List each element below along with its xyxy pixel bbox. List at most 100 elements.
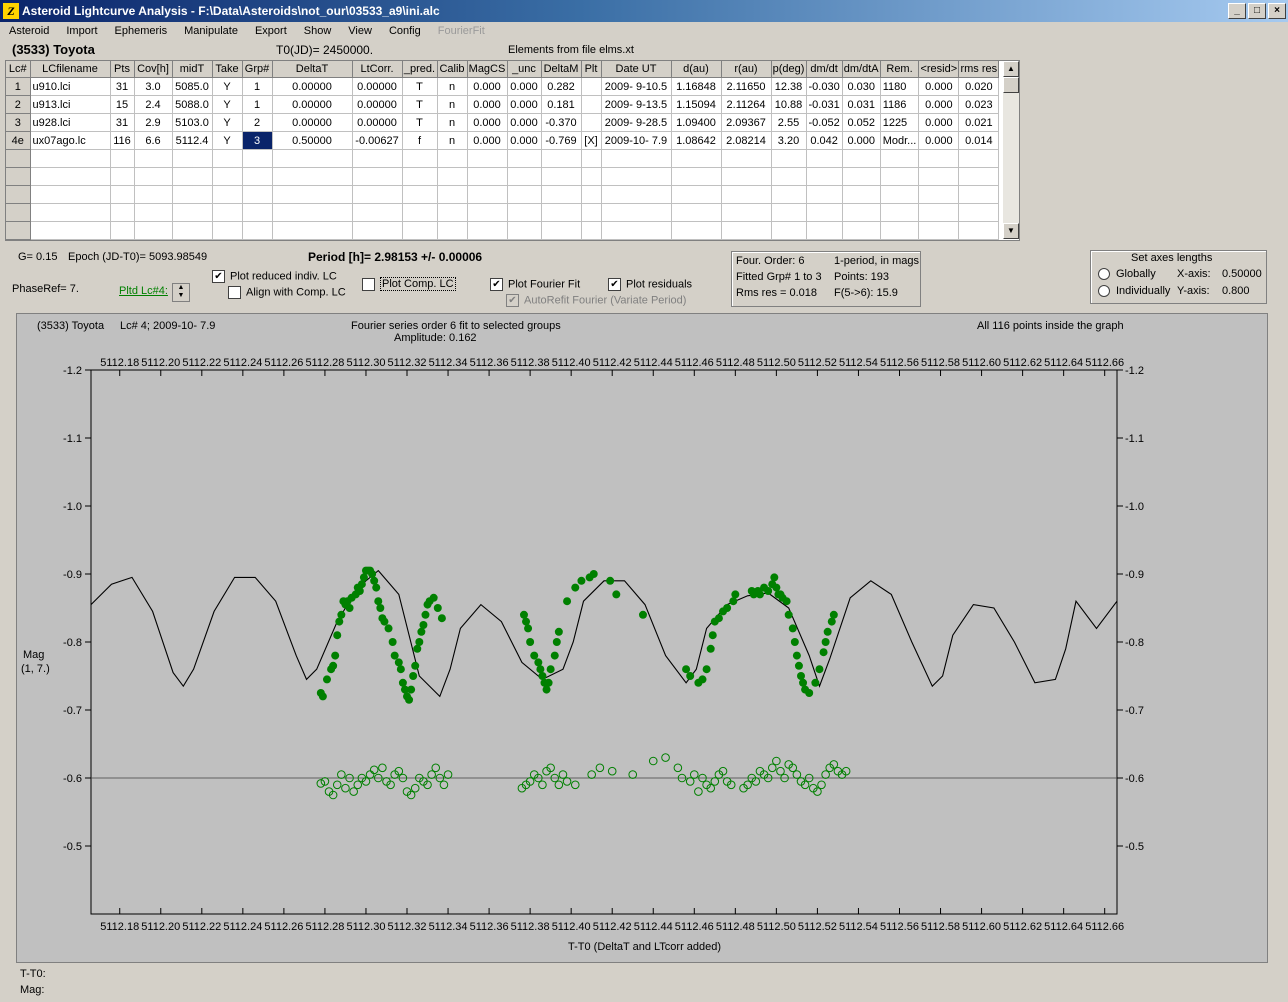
table-row[interactable] — [6, 203, 1000, 222]
menu-config[interactable]: Config — [380, 23, 429, 41]
table-cell[interactable] — [880, 167, 920, 186]
table-cell[interactable]: 2.11264 — [721, 95, 772, 114]
table-cell[interactable]: ux07ago.lc — [30, 131, 111, 150]
column-header[interactable]: Plt — [581, 61, 602, 78]
table-cell[interactable]: 0.052 — [842, 113, 881, 132]
table-cell[interactable]: 0.00000 — [352, 113, 403, 132]
table-cell[interactable]: 1180 — [880, 77, 920, 96]
table-cell[interactable]: 0.000 — [918, 77, 960, 96]
table-cell[interactable] — [272, 185, 353, 204]
menu-export[interactable]: Export — [246, 23, 295, 41]
table-cell[interactable]: 0.000 — [507, 131, 542, 150]
table-cell[interactable] — [172, 149, 213, 168]
plot-comp-checkbox[interactable]: Plot Comp. LC — [362, 277, 456, 292]
table-cell[interactable] — [507, 203, 542, 222]
table-cell[interactable]: 6.6 — [134, 131, 173, 150]
plot-fourier-checkbox[interactable]: ✔ Plot Fourier Fit — [490, 278, 580, 291]
table-cell[interactable]: 0.181 — [541, 95, 582, 114]
table-cell[interactable] — [842, 203, 881, 222]
table-row[interactable]: 1 u910.lci 31 3.0 5085.0 Y 1 0.00000 0.00000 Tn 0.… — [6, 77, 1000, 96]
table-cell[interactable] — [581, 77, 602, 96]
table-cell[interactable] — [134, 167, 173, 186]
table-cell[interactable] — [402, 185, 438, 204]
close-button[interactable]: × — [1268, 3, 1286, 19]
table-cell[interactable]: 5112.4 — [172, 131, 213, 150]
table-cell[interactable] — [541, 167, 582, 186]
table-cell[interactable]: 2.11650 — [721, 77, 772, 96]
column-header[interactable]: d(au) — [671, 61, 722, 78]
menu-manipulate[interactable]: Manipulate — [175, 23, 246, 41]
menu-view[interactable]: View — [339, 23, 380, 41]
table-cell[interactable] — [721, 221, 772, 240]
table-cell[interactable] — [918, 167, 960, 186]
table-scrollbar[interactable]: ▲ ▼ — [1003, 61, 1019, 239]
minimize-button[interactable]: _ — [1228, 3, 1246, 19]
table-cell[interactable] — [581, 149, 602, 168]
table-cell[interactable]: 1 — [6, 77, 31, 96]
table-cell[interactable]: u910.lci — [30, 77, 111, 96]
pltd-lc-link[interactable]: Pltd Lc#4: — [119, 285, 168, 297]
table-cell[interactable] — [958, 149, 1000, 168]
table-cell[interactable]: 5103.0 — [172, 113, 213, 132]
table-cell[interactable]: u928.lci — [30, 113, 111, 132]
table-cell[interactable] — [110, 221, 135, 240]
table-cell[interactable] — [30, 149, 111, 168]
table-cell[interactable]: 0.000 — [918, 95, 960, 114]
table-cell[interactable]: 0.021 — [958, 113, 1000, 132]
table-cell[interactable] — [880, 221, 920, 240]
table-cell[interactable] — [242, 221, 273, 240]
table-cell[interactable] — [212, 149, 243, 168]
table-cell[interactable] — [272, 203, 353, 222]
column-header[interactable]: p(deg) — [771, 61, 807, 78]
table-cell[interactable] — [880, 185, 920, 204]
table-cell[interactable] — [541, 203, 582, 222]
table-cell[interactable]: 2.09367 — [721, 113, 772, 132]
table-cell[interactable]: 4e — [6, 131, 31, 150]
table-cell[interactable]: 0.030 — [842, 77, 881, 96]
column-header[interactable]: Take — [212, 61, 243, 78]
table-cell[interactable] — [30, 167, 111, 186]
table-cell[interactable] — [721, 203, 772, 222]
table-cell[interactable]: 5085.0 — [172, 77, 213, 96]
table-cell[interactable]: 1186 — [880, 95, 920, 114]
table-cell[interactable] — [6, 203, 31, 222]
column-header[interactable]: LCfilename — [30, 61, 111, 78]
table-cell[interactable]: 10.88 — [771, 95, 807, 114]
restore-button[interactable]: □ — [1248, 3, 1266, 19]
column-header[interactable]: _unc — [507, 61, 542, 78]
table-cell[interactable]: 0.50000 — [272, 131, 353, 150]
table-cell[interactable] — [6, 149, 31, 168]
table-cell[interactable] — [134, 221, 173, 240]
table-cell[interactable] — [581, 203, 602, 222]
table-cell[interactable]: 2.55 — [771, 113, 807, 132]
table-row[interactable] — [6, 149, 1000, 168]
table-cell[interactable]: 1.15094 — [671, 95, 722, 114]
table-cell[interactable]: 2 — [6, 95, 31, 114]
table-cell[interactable] — [541, 221, 582, 240]
table-cell[interactable] — [402, 221, 438, 240]
table-cell[interactable] — [352, 221, 403, 240]
table-cell[interactable] — [242, 185, 273, 204]
table-cell[interactable]: 2009- 9-10.5 — [601, 77, 672, 96]
table-cell[interactable]: Modr... — [880, 131, 920, 150]
table-cell[interactable]: 0.031 — [842, 95, 881, 114]
table-cell[interactable]: 0.020 — [958, 77, 1000, 96]
menu-show[interactable]: Show — [295, 23, 340, 41]
table-cell[interactable]: 1.16848 — [671, 77, 722, 96]
table-cell[interactable] — [6, 167, 31, 186]
table-cell[interactable]: [X] — [581, 131, 602, 150]
table-cell[interactable]: 0.000 — [467, 113, 508, 132]
table-cell[interactable] — [437, 149, 468, 168]
menu-asteroid[interactable]: Asteroid — [0, 23, 57, 41]
table-cell[interactable]: 15 — [110, 95, 135, 114]
table-cell[interactable]: T — [402, 77, 438, 96]
globally-radio[interactable]: Globally — [1098, 268, 1156, 281]
table-cell[interactable] — [242, 167, 273, 186]
table-cell[interactable]: 1225 — [880, 113, 920, 132]
column-header[interactable]: Cov[h] — [134, 61, 173, 78]
table-cell[interactable] — [437, 203, 468, 222]
table-cell[interactable] — [958, 203, 1000, 222]
table-cell[interactable]: n — [437, 77, 468, 96]
table-cell[interactable]: 3.20 — [771, 131, 807, 150]
table-cell[interactable] — [30, 185, 111, 204]
